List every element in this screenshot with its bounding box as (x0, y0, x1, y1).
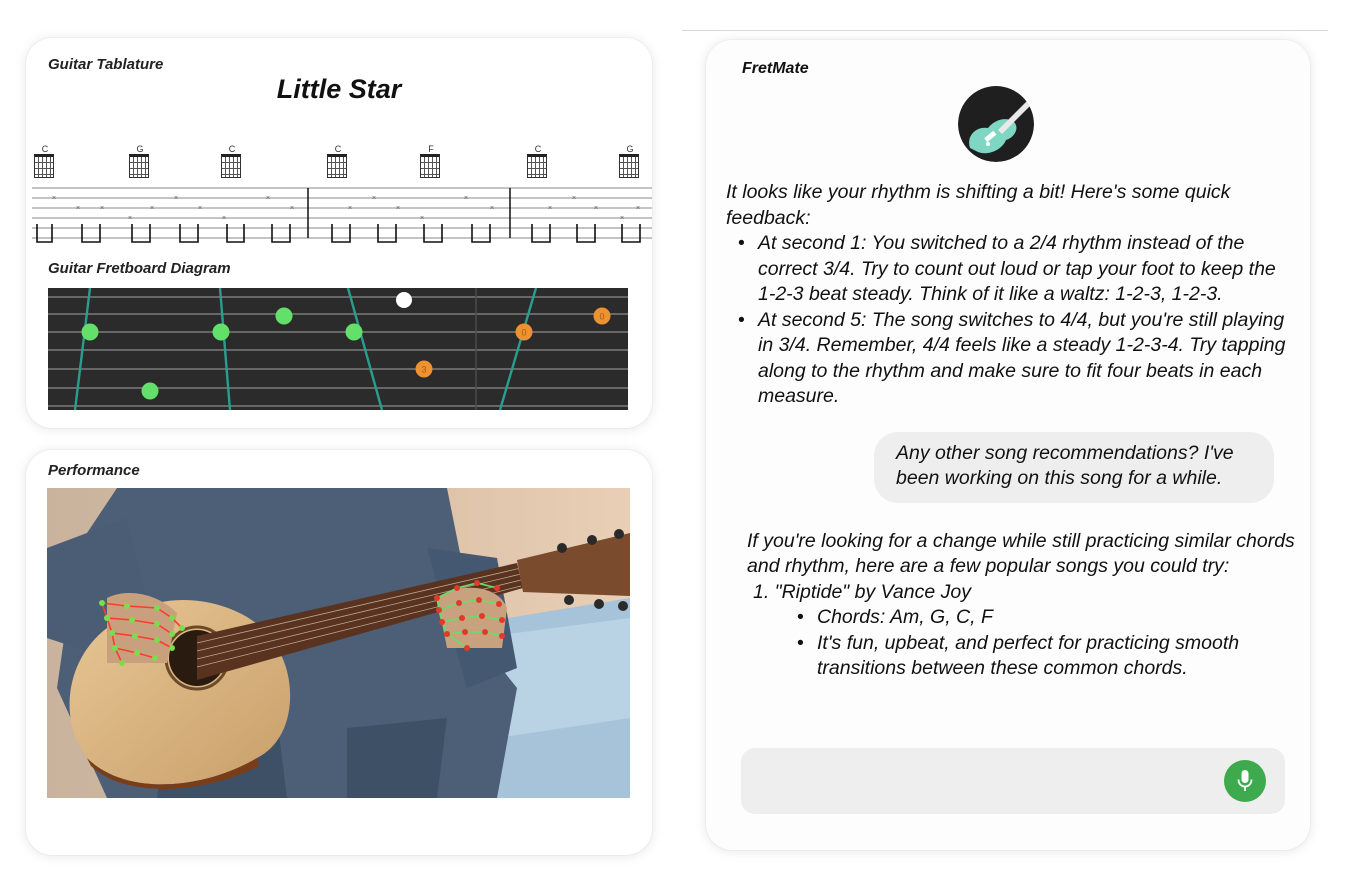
svg-text:×: × (76, 205, 80, 212)
svg-text:×: × (150, 205, 154, 212)
chord-diagram: G (619, 144, 641, 178)
svg-text:×: × (348, 205, 352, 212)
fretboard-background (48, 288, 628, 410)
svg-text:×: × (572, 195, 576, 202)
chord-diagram: C (527, 144, 549, 178)
app-title: FretMate (742, 60, 809, 77)
finger-marker-label: 3 (421, 365, 426, 375)
svg-text:×: × (290, 205, 294, 212)
recommendation-list: 1. "Riptide" by Vance Joy Chords: Am, G,… (747, 580, 1296, 682)
svg-text:×: × (636, 205, 640, 212)
svg-text:×: × (548, 205, 552, 212)
tablature-card: Guitar Tablature Little Star C G C C F C… (26, 38, 652, 428)
microphone-icon (1237, 770, 1253, 791)
message-input[interactable] (741, 748, 1285, 814)
svg-text:×: × (490, 205, 494, 212)
performance-card: Performance (26, 450, 652, 855)
chat-messages[interactable]: It looks like your rhythm is shifting a … (726, 180, 1296, 745)
svg-text:×: × (222, 215, 226, 222)
feedback-list: At second 1: You switched to a 2/4 rhyth… (726, 231, 1296, 410)
tablature-label: Guitar Tablature (48, 56, 164, 73)
svg-text:×: × (128, 215, 132, 222)
finger-marker-label: 0 (521, 328, 526, 338)
svg-text:×: × (620, 215, 624, 222)
finger-marker-green (275, 307, 293, 325)
assistant-reply: If you're looking for a change while sti… (747, 529, 1296, 682)
chord-diagram: C (221, 144, 243, 178)
finger-marker-green (81, 323, 99, 341)
chord-diagram: F (420, 144, 442, 178)
svg-text:×: × (464, 195, 468, 202)
svg-text:×: × (174, 195, 178, 202)
finger-marker-label: 0 (599, 312, 604, 322)
assistant-reply-intro: If you're looking for a change while sti… (747, 529, 1295, 578)
chord-diagram: C (327, 144, 349, 178)
chat-panel: FretMate It looks like your rhythm is sh… (706, 40, 1310, 850)
recommendation-detail: Chords: Am, G, C, F (797, 605, 1296, 631)
finger-marker-green (141, 382, 159, 400)
recommendation-title: 1. "Riptide" by Vance Joy (753, 580, 971, 603)
user-message-text: Any other song recommendations? I've bee… (896, 441, 1234, 490)
assistant-feedback-intro: It looks like your rhythm is shifting a … (726, 181, 1231, 229)
finger-marker-white (396, 292, 412, 308)
svg-text:×: × (420, 215, 424, 222)
performance-label: Performance (48, 462, 140, 479)
recommendation-detail: It's fun, upbeat, and perfect for practi… (797, 631, 1296, 682)
performance-video[interactable] (47, 488, 630, 798)
user-message-bubble: Any other song recommendations? I've bee… (874, 431, 1274, 503)
feedback-item: At second 1: You switched to a 2/4 rhyth… (738, 231, 1296, 308)
fretboard-label: Guitar Fretboard Diagram (48, 260, 231, 277)
divider-line (682, 30, 1328, 31)
chord-diagram: G (129, 144, 151, 178)
finger-marker-green (212, 323, 230, 341)
svg-text:×: × (372, 195, 376, 202)
svg-text:×: × (396, 205, 400, 212)
recommendation-item: 1. "Riptide" by Vance Joy Chords: Am, G,… (747, 580, 1296, 682)
fretboard-diagram: 0 0 3 (48, 288, 628, 410)
guitar-avatar-icon (958, 86, 1034, 162)
recommendation-details: Chords: Am, G, C, F It's fun, upbeat, an… (753, 605, 1296, 682)
feedback-item: At second 5: The song switches to 4/4, b… (738, 308, 1296, 410)
svg-text:×: × (594, 205, 598, 212)
svg-text:×: × (52, 195, 56, 202)
svg-text:×: × (266, 195, 270, 202)
svg-text:×: × (100, 205, 104, 212)
svg-text:×: × (198, 205, 202, 212)
song-title: Little Star (276, 74, 402, 104)
mic-button[interactable] (1224, 760, 1266, 802)
tab-staff: × × × × × × × × × × × × × × × × × × × × × (32, 187, 652, 243)
finger-marker-green (345, 323, 363, 341)
chord-diagram: C (34, 144, 56, 178)
